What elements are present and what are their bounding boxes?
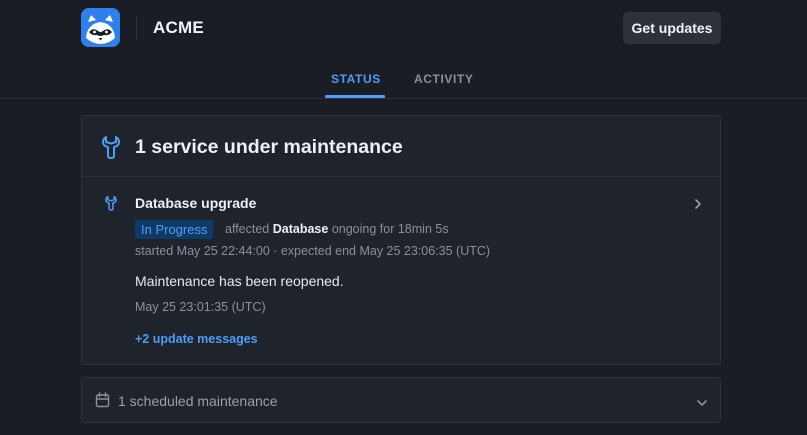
active-tab-indicator xyxy=(325,95,385,98)
incident-affected-line: affected Database ongoing for 18min 5s xyxy=(225,222,449,236)
ongoing-duration: ongoing for 18min 5s xyxy=(331,222,449,236)
brand-name[interactable]: ACME xyxy=(153,18,204,38)
more-updates-link[interactable]: +2 update messages xyxy=(135,332,258,346)
status-badge: In Progress xyxy=(135,220,214,239)
get-updates-button[interactable]: Get updates xyxy=(623,12,721,44)
raccoon-logo-icon[interactable] xyxy=(81,8,120,47)
scheduled-maintenance-label: 1 scheduled maintenance xyxy=(118,393,278,409)
wrench-icon xyxy=(104,195,118,216)
maintenance-card-title: 1 service under maintenance xyxy=(135,136,403,158)
maintenance-card-header: 1 service under maintenance xyxy=(82,116,720,177)
update-message: Maintenance has been reopened. xyxy=(135,273,344,289)
incident-title[interactable]: Database upgrade xyxy=(135,195,256,211)
chevron-right-icon[interactable] xyxy=(693,197,703,215)
tab-activity[interactable]: ACTIVITY xyxy=(414,72,473,86)
chevron-down-icon[interactable] xyxy=(696,395,708,413)
update-timestamp: May 25 23:01:35 (UTC) xyxy=(135,300,266,314)
affected-prefix: affected xyxy=(225,222,270,236)
scheduled-maintenance-row[interactable]: 1 scheduled maintenance xyxy=(81,377,721,423)
calendar-icon xyxy=(95,392,110,413)
wrench-icon xyxy=(100,135,122,164)
incident-timing: started May 25 22:44:00 · expected end M… xyxy=(135,244,491,258)
maintenance-card: 1 service under maintenance Database upg… xyxy=(81,115,721,365)
affected-service: Database xyxy=(272,222,329,236)
site-header: ACME Get updates STATUS ACTIVITY xyxy=(0,0,807,99)
header-divider xyxy=(136,16,137,40)
tab-status[interactable]: STATUS xyxy=(331,72,381,86)
